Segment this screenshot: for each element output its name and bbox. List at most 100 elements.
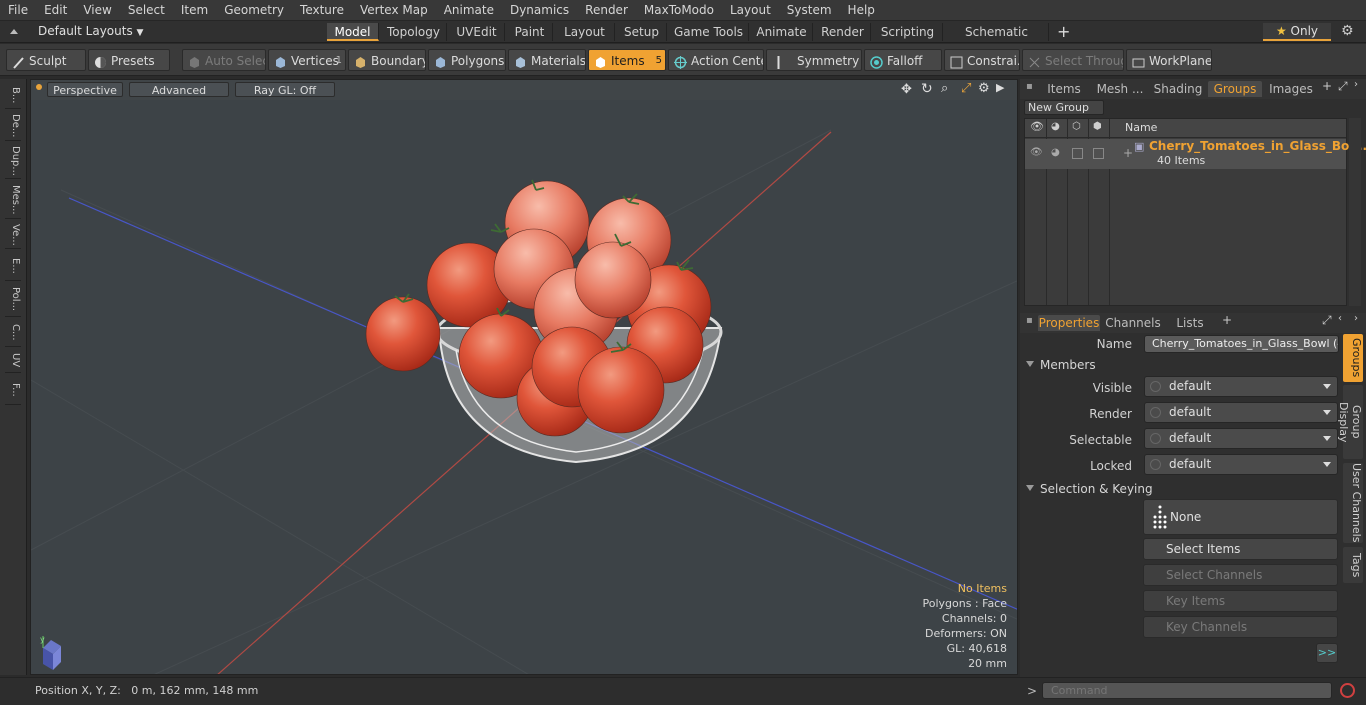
members-section[interactable]: Members <box>1026 357 1096 373</box>
gear-icon[interactable]: ⚙ <box>1341 23 1354 39</box>
left-tab-fusion[interactable]: F... <box>5 375 21 405</box>
items-button[interactable]: Items 5 <box>588 49 666 71</box>
auto-select-button[interactable]: Auto Select <box>182 49 266 71</box>
tab-render[interactable]: Render <box>815 23 871 41</box>
selection-keying-section[interactable]: Selection & Keying <box>1026 481 1153 497</box>
tab-schematic-fusion[interactable]: Schematic Fusion <box>945 23 1049 57</box>
raygl-button[interactable]: Ray GL: Off <box>235 82 335 97</box>
groups-scrollbar[interactable] <box>1349 118 1361 306</box>
left-tab-polygon[interactable]: Pol... <box>5 283 21 317</box>
select-items-button[interactable]: Select Items <box>1143 538 1338 560</box>
advanced-button[interactable]: Advanced <box>129 82 229 97</box>
left-tab-vertex[interactable]: Ve... <box>5 221 21 249</box>
left-tab-edge[interactable]: E... <box>5 251 21 281</box>
left-tab-basic[interactable]: B... <box>5 83 21 109</box>
left-tab-mesh[interactable]: Mes... <box>5 181 21 219</box>
workplane-button[interactable]: WorkPlane <box>1126 49 1212 71</box>
tab-channels[interactable]: Channels <box>1104 315 1162 331</box>
expand-icon[interactable]: ⤢ <box>1338 79 1348 94</box>
left-tab-curve[interactable]: C... <box>5 319 21 347</box>
menu-maxtomodo[interactable]: MaxToModo <box>636 0 722 21</box>
select-cube-icon[interactable]: ⬢ <box>1093 121 1102 132</box>
menu-edit[interactable]: Edit <box>36 0 75 21</box>
tab-mesh[interactable]: Mesh ... <box>1092 81 1148 97</box>
side-tab-groups[interactable]: Groups <box>1343 334 1363 382</box>
layout-selector[interactable]: Default Layouts ▼ <box>38 24 143 38</box>
tab-groups[interactable]: Groups <box>1208 81 1262 97</box>
chevron-left-icon[interactable]: ‹ <box>1338 313 1342 324</box>
menu-file[interactable]: File <box>0 0 36 21</box>
constraints-button[interactable]: Constrai... <box>944 49 1020 71</box>
left-tab-uv[interactable]: UV <box>5 349 21 373</box>
tab-animate[interactable]: Animate <box>751 23 813 41</box>
menu-texture[interactable]: Texture <box>292 0 352 21</box>
new-group-button[interactable]: New Group <box>1024 100 1104 115</box>
chevron-right-icon[interactable]: › <box>1354 79 1358 90</box>
pan-icon[interactable]: ✥ <box>901 82 912 97</box>
tab-scripting[interactable]: Scripting <box>873 23 943 41</box>
menu-view[interactable]: View <box>75 0 119 21</box>
none-button[interactable]: None <box>1143 499 1338 535</box>
expand-plus-icon[interactable]: + <box>1123 146 1133 160</box>
perspective-button[interactable]: Perspective <box>47 82 123 97</box>
locked-dropdown[interactable]: default <box>1144 454 1338 475</box>
name-field[interactable]: Cherry_Tomatoes_in_Glass_Bowl (42) <box>1144 335 1339 353</box>
tab-uvedit[interactable]: UVEdit <box>449 23 505 41</box>
chevron-right-icon[interactable]: › <box>1354 313 1358 324</box>
zoom-icon[interactable]: ⌕ <box>941 81 948 96</box>
render-icon[interactable]: ◕ <box>1051 147 1060 158</box>
menu-layout[interactable]: Layout <box>722 0 779 21</box>
eye-icon[interactable]: 👁 <box>1030 120 1044 133</box>
menu-animate[interactable]: Animate <box>436 0 502 21</box>
visible-dropdown[interactable]: default <box>1144 376 1338 397</box>
action-center-button[interactable]: Action Center <box>668 49 764 71</box>
select-channels-button[interactable]: Select Channels <box>1143 564 1338 586</box>
sculpt-button[interactable]: Sculpt <box>6 49 86 71</box>
falloff-button[interactable]: Falloff <box>864 49 942 71</box>
presets-button[interactable]: Presets <box>88 49 170 71</box>
key-channels-button[interactable]: Key Channels <box>1143 616 1338 638</box>
menu-select[interactable]: Select <box>120 0 173 21</box>
layout-arrow-icon[interactable] <box>8 25 20 37</box>
side-tab-tags[interactable]: Tags <box>1343 547 1363 583</box>
select-through-button[interactable]: Select Through <box>1022 49 1124 71</box>
tab-properties[interactable]: Properties <box>1038 315 1100 331</box>
tab-game-tools[interactable]: Game Tools <box>669 23 749 41</box>
tab-model[interactable]: Model <box>327 23 379 41</box>
polygons-button[interactable]: Polygons <box>428 49 506 71</box>
expand-icon[interactable]: ⤢ <box>1322 313 1332 328</box>
menu-dynamics[interactable]: Dynamics <box>502 0 577 21</box>
eye-icon[interactable]: 👁 <box>1030 147 1043 158</box>
menu-item[interactable]: Item <box>173 0 216 21</box>
play-arrow-icon[interactable]: ▶ <box>996 81 1004 94</box>
key-items-button[interactable]: Key Items <box>1143 590 1338 612</box>
menu-geometry[interactable]: Geometry <box>216 0 292 21</box>
side-tab-group-display[interactable]: Group Display <box>1337 385 1363 459</box>
symmetry-button[interactable]: Symmetry <box>766 49 862 71</box>
viewport-gear-icon[interactable]: ⚙ <box>978 81 990 96</box>
select-checkbox[interactable] <box>1093 148 1104 159</box>
add-tab-icon[interactable]: + <box>1222 313 1232 327</box>
tab-images[interactable]: Images <box>1264 81 1318 97</box>
render-dropdown[interactable]: default <box>1144 402 1338 423</box>
more-button[interactable]: >> <box>1316 643 1338 663</box>
menu-system[interactable]: System <box>779 0 840 21</box>
add-tab-icon[interactable]: + <box>1057 22 1070 41</box>
add-tab-icon[interactable]: + <box>1322 79 1332 93</box>
tab-setup[interactable]: Setup <box>617 23 667 41</box>
tab-shading[interactable]: Shading <box>1150 81 1206 97</box>
tab-paint[interactable]: Paint <box>507 23 553 41</box>
command-input[interactable] <box>1042 682 1332 699</box>
menu-render[interactable]: Render <box>577 0 636 21</box>
menu-help[interactable]: Help <box>840 0 883 21</box>
render-icon[interactable]: ◕ <box>1051 121 1060 132</box>
boundary-button[interactable]: Boundary <box>348 49 426 71</box>
lock-cube-icon[interactable]: ⬡ <box>1072 121 1081 132</box>
left-tab-duplicate[interactable]: Dup... <box>5 143 21 179</box>
rotate-icon[interactable]: ↻ <box>921 81 933 97</box>
only-toggle[interactable]: ★ Only <box>1263 23 1331 41</box>
vertices-button[interactable]: Vertices 1 <box>268 49 346 71</box>
maximize-icon[interactable]: ⤢ <box>961 81 971 96</box>
side-tab-user-channels[interactable]: User Channels <box>1343 463 1363 543</box>
tab-lists[interactable]: Lists <box>1164 315 1216 331</box>
